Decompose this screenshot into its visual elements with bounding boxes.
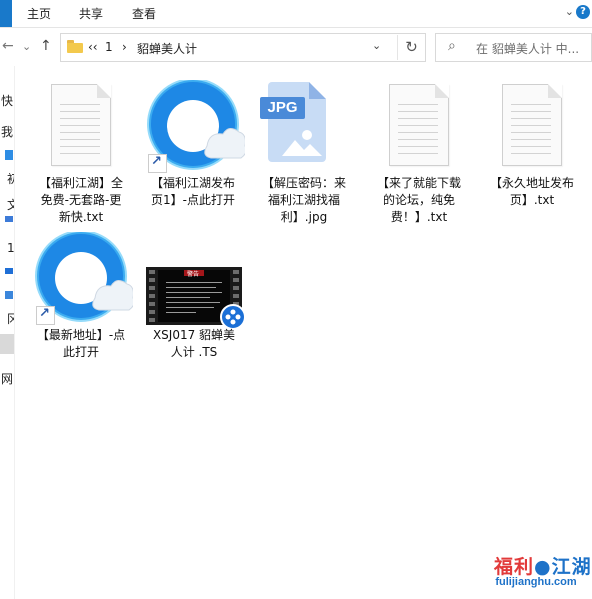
help-icon[interactable]: ? — [576, 5, 590, 19]
file-item[interactable]: ↗ 【福利江湖发布 页1】-点此打开 — [145, 80, 245, 230]
nav-item-videos[interactable]: 初 — [7, 170, 14, 187]
nav-desktop-icon[interactable] — [5, 268, 13, 274]
address-bar[interactable]: ‹‹ 1 › 貂蝉美人计 ⌄ ↻ — [60, 33, 426, 62]
watermark-logo: 福利●江湖 fulijianghu.com — [494, 556, 592, 588]
search-icon: ⌕ — [448, 38, 456, 54]
breadcrumb-overflow[interactable]: ‹‹ — [88, 40, 98, 54]
recent-locations-chevron-icon[interactable]: ⌄ — [22, 40, 31, 53]
nav-item-quick-access[interactable]: 快 — [1, 92, 13, 109]
file-item[interactable]: 【永久地址发布 页】.txt — [484, 80, 580, 230]
breadcrumb-item-1[interactable]: 1 — [105, 40, 113, 54]
nav-drive-icon[interactable] — [5, 291, 13, 299]
tab-home[interactable]: 主页 — [27, 5, 51, 22]
file-label: 【福利江湖】全 免费-无套路-更 新快.txt — [38, 176, 123, 224]
ribbon-expand-chevron-icon[interactable]: ⌄ — [565, 5, 574, 18]
up-arrow-icon[interactable]: ↑ — [40, 38, 52, 54]
file-item[interactable]: ↗ 【最新地址】-点 此打开 — [33, 232, 133, 362]
search-box[interactable]: ⌕ 在 貂蝉美人计 中... — [435, 33, 592, 62]
file-tab[interactable] — [0, 0, 12, 27]
address-dropdown-icon[interactable]: ⌄ — [372, 39, 381, 52]
tab-view[interactable]: 查看 — [132, 5, 156, 22]
file-label: 【解压密码：来 福利江湖找福 利】.jpg — [261, 176, 346, 224]
back-arrow-icon[interactable]: ← — [2, 38, 14, 54]
refresh-icon[interactable]: ↻ — [397, 35, 425, 60]
file-label: XSJ017 貂蝉美 人计 .TS — [152, 328, 236, 359]
nav-item-documents[interactable]: 文 — [7, 196, 14, 213]
shortcut-arrow-icon: ↗ — [36, 306, 55, 325]
file-label: 【来了就能下载 的论坛，纯免 费！】.txt — [376, 176, 461, 224]
text-file-icon — [502, 84, 562, 166]
breadcrumb-current-folder[interactable]: 貂蝉美人计 — [137, 40, 197, 57]
nav-item-this-pc[interactable]: 我 — [1, 123, 13, 140]
nav-item-network[interactable]: 网 — [1, 370, 13, 387]
text-file-icon — [51, 84, 111, 166]
nav-item-music[interactable]: 1 — [7, 241, 14, 255]
tab-share[interactable]: 共享 — [79, 5, 103, 22]
nav-selected-item[interactable] — [0, 334, 14, 354]
navigation-pane: 快 我 初 文 1 冈 网 — [0, 66, 15, 599]
file-item[interactable]: 警告 XSJ017 貂蝉美 人计 .TS — [146, 232, 246, 362]
navigation-bar: ← ⌄ ↑ ‹‹ 1 › 貂蝉美人计 ⌄ ↻ ⌕ 在 貂蝉美人计 中... — [0, 28, 592, 66]
jpg-image-icon: JPG — [260, 82, 330, 164]
text-file-icon — [389, 84, 449, 166]
file-label: 【福利江湖发布 页1】-点此打开 — [150, 176, 235, 207]
breadcrumb-separator-icon[interactable]: › — [122, 40, 127, 54]
file-item[interactable]: JPG 【解压密码：来 福利江湖找福 利】.jpg — [256, 80, 352, 230]
folder-icon — [67, 40, 83, 53]
ribbon: 主页 共享 查看 ⌄ ? — [0, 0, 592, 28]
search-placeholder: 在 貂蝉美人计 中... — [476, 42, 580, 56]
thumbnail-title: 警告 — [187, 271, 200, 278]
file-label: 【永久地址发布 页】.txt — [489, 176, 574, 207]
shortcut-arrow-icon: ↗ — [148, 154, 167, 173]
file-item[interactable]: 【来了就能下载 的论坛，纯免 费！】.txt — [371, 80, 467, 230]
nav-item-drive[interactable]: 冈 — [7, 310, 14, 327]
file-item[interactable]: 【福利江湖】全 免费-无套路-更 新快.txt — [33, 80, 129, 230]
jpg-badge: JPG — [260, 97, 305, 119]
file-label: 【最新地址】-点 此打开 — [36, 328, 126, 359]
nav-downloads-icon[interactable] — [5, 216, 13, 222]
nav-3d-objects-icon[interactable] — [5, 150, 13, 160]
